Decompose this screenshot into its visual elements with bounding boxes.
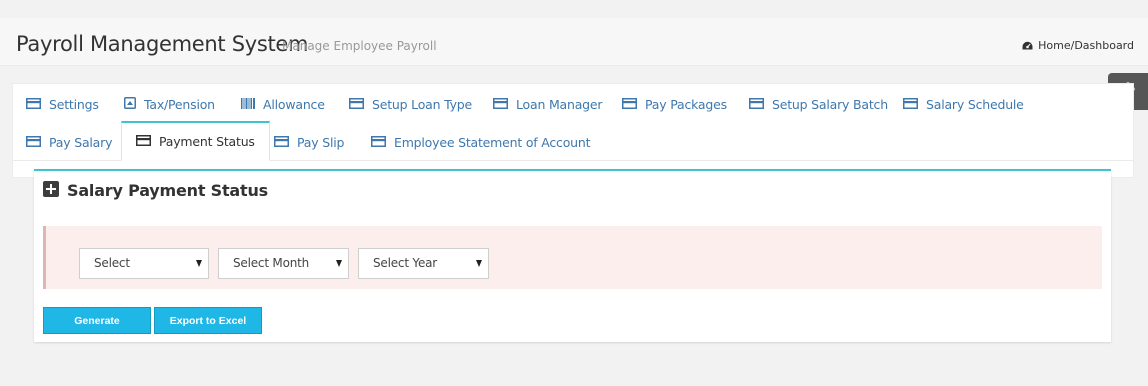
caret-square-up-icon bbox=[124, 97, 136, 112]
credit-card-icon bbox=[136, 134, 151, 149]
tab-setup-salary-batch[interactable]: Setup Salary Batch bbox=[749, 97, 888, 112]
breadcrumb[interactable]: Home/Dashboard bbox=[1022, 39, 1134, 52]
credit-card-icon bbox=[26, 97, 41, 112]
filter-bar: Select Select Month Select Year bbox=[43, 226, 1102, 289]
tab-loan-manager[interactable]: Loan Manager bbox=[493, 97, 603, 112]
credit-card-icon bbox=[622, 97, 637, 112]
tab-payment-status[interactable]: Payment Status bbox=[121, 121, 270, 161]
tab-allowance[interactable]: Allowance bbox=[241, 97, 325, 112]
credit-card-icon bbox=[26, 135, 41, 150]
tab-salary-schedule[interactable]: Salary Schedule bbox=[903, 97, 1024, 112]
dashboard-icon bbox=[1022, 41, 1033, 51]
page-subtitle: Manage Employee Payroll bbox=[282, 39, 437, 53]
credit-card-icon bbox=[274, 135, 289, 150]
month-select[interactable]: Select Month bbox=[218, 248, 349, 279]
tab-label: Setup Salary Batch bbox=[772, 97, 888, 112]
caret-down-icon bbox=[336, 260, 342, 267]
tab-label: Pay Packages bbox=[645, 97, 727, 112]
tab-label: Payment Status bbox=[159, 134, 255, 149]
tab-settings[interactable]: Settings bbox=[26, 97, 99, 112]
generate-button[interactable]: Generate bbox=[43, 307, 151, 334]
select-value: Select Month bbox=[233, 256, 310, 270]
credit-card-icon bbox=[749, 97, 764, 112]
employee-select[interactable]: Select bbox=[79, 248, 209, 279]
tab-label: Employee Statement of Account bbox=[394, 135, 591, 150]
select-value: Select Year bbox=[373, 256, 438, 270]
tab-pay-packages[interactable]: Pay Packages bbox=[622, 97, 727, 112]
credit-card-icon bbox=[903, 97, 918, 112]
panel-title: Salary Payment Status bbox=[67, 181, 268, 200]
barcode-icon bbox=[241, 97, 255, 112]
tab-label: Allowance bbox=[263, 97, 325, 112]
tab-pay-salary[interactable]: Pay Salary bbox=[26, 135, 112, 150]
tab-label: Tax/Pension bbox=[144, 97, 215, 112]
page-header: Payroll Management System Manage Employe… bbox=[0, 18, 1148, 66]
tab-pay-slip[interactable]: Pay Slip bbox=[274, 135, 344, 150]
credit-card-icon bbox=[349, 97, 364, 112]
tab-setup-loan-type[interactable]: Setup Loan Type bbox=[349, 97, 472, 112]
tab-label: Pay Slip bbox=[297, 135, 345, 150]
credit-card-icon bbox=[493, 97, 508, 112]
tab-label: Setup Loan Type bbox=[372, 97, 473, 112]
tab-label: Salary Schedule bbox=[926, 97, 1024, 112]
module-tabs: Settings Tax/Pension Allowance Setup Loa… bbox=[12, 83, 1134, 178]
caret-down-icon bbox=[476, 260, 482, 267]
tab-tax-pension[interactable]: Tax/Pension bbox=[124, 97, 215, 112]
tab-label: Loan Manager bbox=[516, 97, 603, 112]
select-value: Select bbox=[94, 256, 130, 270]
plus-square-icon[interactable] bbox=[43, 181, 59, 197]
year-select[interactable]: Select Year bbox=[358, 248, 489, 279]
caret-down-icon bbox=[196, 260, 202, 267]
credit-card-icon bbox=[371, 135, 386, 150]
tab-label: Settings bbox=[49, 97, 99, 112]
breadcrumb-home-link[interactable]: Home/Dashboard bbox=[1038, 39, 1134, 52]
tab-employee-statement-of-account[interactable]: Employee Statement of Account bbox=[371, 135, 591, 150]
tab-label: Pay Salary bbox=[49, 135, 113, 150]
page-title: Payroll Management System bbox=[16, 32, 309, 56]
salary-payment-status-panel: Salary Payment Status Select Select Mont… bbox=[34, 169, 1111, 342]
export-to-excel-button[interactable]: Export to Excel bbox=[154, 307, 262, 334]
